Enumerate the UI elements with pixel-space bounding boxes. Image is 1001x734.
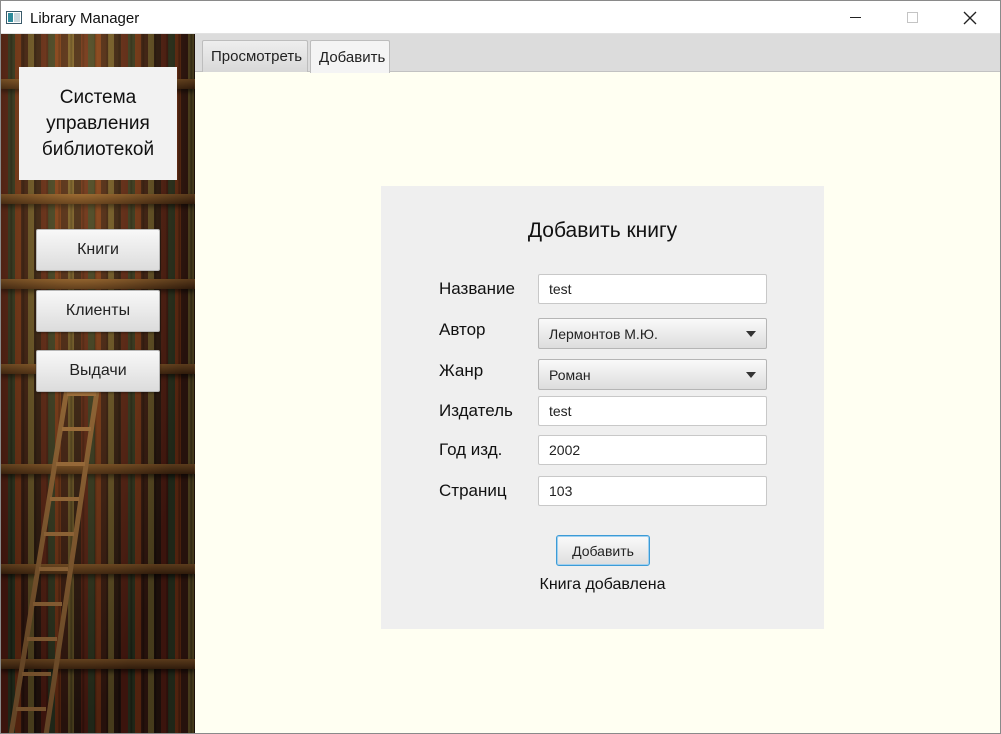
author-label: Автор xyxy=(439,320,486,339)
clients-button[interactable]: Клиенты xyxy=(36,290,160,332)
title-bar: Library Manager xyxy=(1,1,1000,34)
publisher-field[interactable]: test xyxy=(538,396,767,426)
app-logo-text: Система управления библиотекой xyxy=(19,67,177,180)
add-book-form: Добавить книгу Название test Автор Лермо… xyxy=(381,186,824,629)
status-message: Книга добавлена xyxy=(539,576,666,593)
author-select-value: Лермонтов М.Ю. xyxy=(549,325,658,342)
pages-label: Страниц xyxy=(439,481,507,500)
chevron-down-icon xyxy=(746,372,756,378)
app-window: Library Manager Система управления библи… xyxy=(0,0,1001,734)
books-button[interactable]: Книги xyxy=(36,229,160,271)
app-icon xyxy=(6,11,22,24)
maximize-button[interactable] xyxy=(889,1,935,34)
publisher-label: Издатель xyxy=(439,401,513,420)
year-label: Год изд. xyxy=(439,440,503,459)
close-icon xyxy=(963,11,977,24)
sidebar: Система управления библиотекой Книги Кли… xyxy=(1,34,195,733)
tab-bar: Просмотреть Добавить xyxy=(195,34,1000,73)
tab-add[interactable]: Добавить xyxy=(310,40,390,73)
close-button[interactable] xyxy=(947,1,993,34)
year-field[interactable]: 2002 xyxy=(538,435,767,465)
chevron-down-icon xyxy=(746,331,756,337)
name-field[interactable]: test xyxy=(538,274,767,304)
author-select[interactable]: Лермонтов М.Ю. xyxy=(538,318,767,349)
loans-button[interactable]: Выдачи xyxy=(36,350,160,392)
minimize-button[interactable] xyxy=(832,1,878,34)
tab-view[interactable]: Просмотреть xyxy=(202,40,308,72)
genre-label: Жанр xyxy=(439,361,484,380)
minimize-icon xyxy=(849,17,861,18)
add-book-button[interactable]: Добавить xyxy=(556,535,650,566)
window-title: Library Manager xyxy=(30,10,140,27)
form-title: Добавить книгу xyxy=(527,219,678,242)
maximize-icon xyxy=(906,12,918,23)
pages-field[interactable]: 103 xyxy=(538,476,767,506)
genre-select[interactable]: Роман xyxy=(538,359,767,390)
genre-select-value: Роман xyxy=(549,366,591,383)
name-label: Название xyxy=(439,279,515,298)
